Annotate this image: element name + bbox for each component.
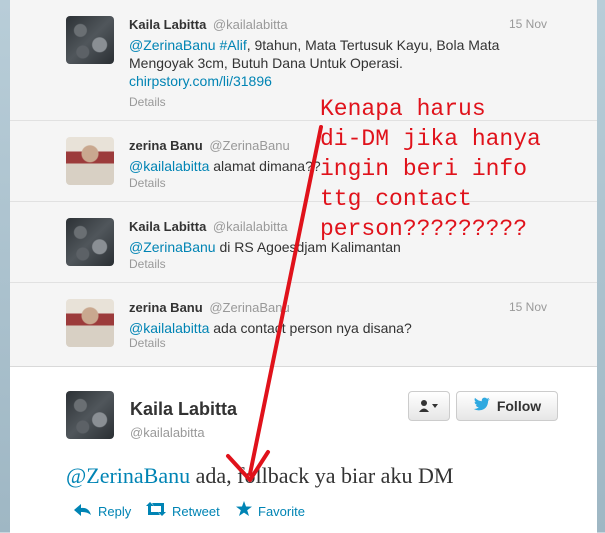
annotation-line: ingin beri info [320,156,528,182]
red-arrow-annotation [226,125,323,482]
annotation-line: person????????? [320,216,528,242]
annotation-line: di-DM jika hanya [320,126,541,152]
annotation-line: Kenapa harus [320,96,486,122]
annotation-line: ttg contact [320,186,472,212]
annotation-text: Kenapa harus di-DM jika hanya ingin beri… [320,94,605,244]
